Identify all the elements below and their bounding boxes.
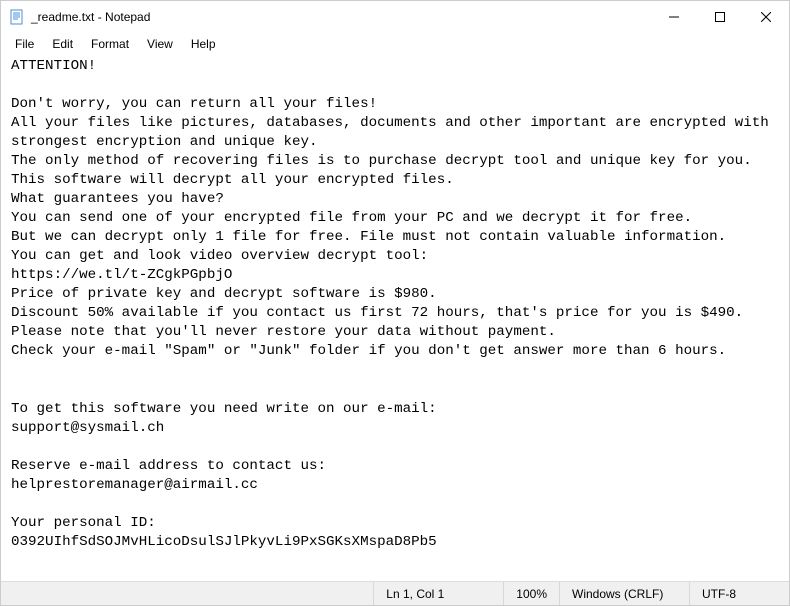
minimize-button[interactable] (651, 1, 697, 33)
statusbar: Ln 1, Col 1 100% Windows (CRLF) UTF-8 (1, 581, 789, 605)
encoding: UTF-8 (689, 582, 789, 605)
cursor-position: Ln 1, Col 1 (373, 582, 503, 605)
menubar: File Edit Format View Help (1, 33, 789, 55)
line-ending: Windows (CRLF) (559, 582, 689, 605)
notepad-icon (9, 9, 25, 25)
menu-view[interactable]: View (139, 35, 181, 53)
notepad-window: _readme.txt - Notepad File Edit Format V… (0, 0, 790, 606)
close-button[interactable] (743, 1, 789, 33)
menu-file[interactable]: File (7, 35, 42, 53)
window-title: _readme.txt - Notepad (31, 10, 651, 24)
window-controls (651, 1, 789, 33)
zoom-level: 100% (503, 582, 559, 605)
maximize-button[interactable] (697, 1, 743, 33)
titlebar: _readme.txt - Notepad (1, 1, 789, 33)
menu-edit[interactable]: Edit (44, 35, 81, 53)
menu-format[interactable]: Format (83, 35, 137, 53)
text-area[interactable]: ATTENTION! Don't worry, you can return a… (1, 55, 789, 581)
menu-help[interactable]: Help (183, 35, 224, 53)
document-text[interactable]: ATTENTION! Don't worry, you can return a… (11, 57, 785, 552)
